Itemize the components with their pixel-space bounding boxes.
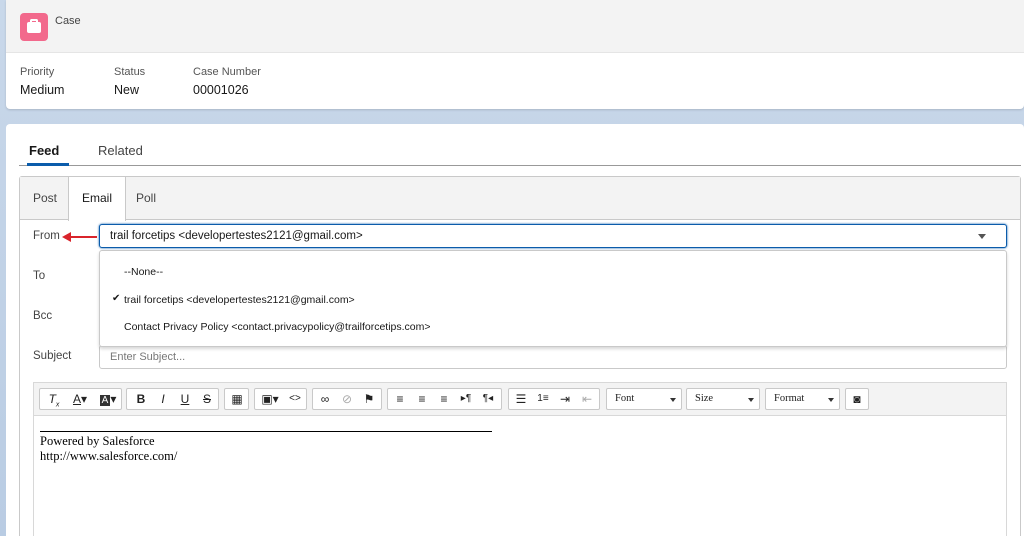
rtl-icon[interactable]: ¶◂ xyxy=(478,389,498,409)
case-icon xyxy=(20,13,48,41)
toolbar-group-text: Tx A▾ A ▾ xyxy=(39,388,122,410)
underline-icon[interactable]: U xyxy=(175,389,195,409)
align-right-icon[interactable]: ≡ xyxy=(434,389,454,409)
publisher-tabs: Post Email Poll xyxy=(20,177,1020,221)
align-left-icon[interactable]: ≡ xyxy=(390,389,410,409)
tab-poll[interactable]: Poll xyxy=(123,177,169,220)
toolbar-group-list: ☰ 1≡ ⇥ ⇤ xyxy=(508,388,600,410)
indent-icon[interactable]: ⇥ xyxy=(555,389,575,409)
chevron-down-icon xyxy=(748,398,754,402)
template-icon[interactable]: ◙ xyxy=(847,389,867,409)
from-dropdown-list: --None-- ✔ trail forcetips <developertes… xyxy=(99,250,1007,347)
toolbar-group-style: B I U S xyxy=(126,388,219,410)
toolbar-group-align: ≡ ≡ ≡ ▸¶ ¶◂ xyxy=(387,388,502,410)
editor-toolbar: Tx A▾ A ▾ B I U S ▦ ▣▾ <> ∞ ⊘ ⚑ ≡ ≡ ≡ ▸¶… xyxy=(34,383,1006,416)
subject-placeholder: Enter Subject... xyxy=(110,351,186,363)
bcc-label: Bcc xyxy=(33,310,53,322)
signature-line-1: Powered by Salesforce xyxy=(40,434,155,448)
signature-divider xyxy=(40,431,492,432)
italic-icon[interactable]: I xyxy=(153,389,173,409)
from-value: trail forcetips <developertestes2121@gma… xyxy=(110,230,363,242)
feed-tabs: Feed Related xyxy=(19,140,1021,166)
email-body-content[interactable]: Powered by Salesforce http://www.salesfo… xyxy=(40,431,492,464)
checkmark-icon: ✔ xyxy=(112,293,121,304)
bullet-list-icon[interactable]: ☰ xyxy=(511,389,531,409)
signature-line-2: http://www.salesforce.com/ xyxy=(40,449,178,463)
flag-icon[interactable]: ⚑ xyxy=(359,389,379,409)
email-body-editor[interactable]: Tx A▾ A ▾ B I U S ▦ ▣▾ <> ∞ ⊘ ⚑ ≡ ≡ ≡ ▸¶… xyxy=(33,382,1007,536)
option-contact-privacy-policy[interactable]: Contact Privacy Policy <contact.privacyp… xyxy=(124,321,431,333)
subject-input[interactable]: Enter Subject... xyxy=(99,345,1007,369)
numbered-list-icon[interactable]: 1≡ xyxy=(533,389,553,409)
field-priority: Priority Medium xyxy=(20,66,65,97)
outdent-icon[interactable]: ⇤ xyxy=(577,389,597,409)
ltr-icon[interactable]: ▸¶ xyxy=(456,389,476,409)
size-select[interactable]: Size xyxy=(686,388,760,410)
background-color-icon[interactable]: A ▾ xyxy=(96,389,120,409)
record-header-top: Case xyxy=(6,0,1024,53)
tab-email[interactable]: Email xyxy=(68,177,127,221)
image-icon[interactable]: ▣▾ xyxy=(257,389,283,409)
chevron-down-icon xyxy=(978,234,986,239)
unlink-icon[interactable]: ⊘ xyxy=(337,389,357,409)
strikethrough-icon[interactable]: S xyxy=(197,389,217,409)
publisher: Post Email Poll From trail forcetips <de… xyxy=(19,176,1021,536)
from-select[interactable]: trail forcetips <developertestes2121@gma… xyxy=(99,224,1007,248)
chevron-down-icon xyxy=(670,398,676,402)
format-select[interactable]: Format xyxy=(765,388,840,410)
toolbar-group-insert: ▣▾ <> xyxy=(254,388,307,410)
link-icon[interactable]: ∞ xyxy=(315,389,335,409)
to-label: To xyxy=(33,270,46,282)
chevron-down-icon xyxy=(828,398,834,402)
feed-card: Feed Related Post Email Poll From trail … xyxy=(6,124,1024,536)
record-header: Case Priority Medium Status New Case Num… xyxy=(6,0,1024,109)
align-center-icon[interactable]: ≡ xyxy=(412,389,432,409)
bold-icon[interactable]: B xyxy=(131,389,151,409)
option-none[interactable]: --None-- xyxy=(124,266,163,278)
subject-label: Subject xyxy=(33,350,72,362)
option-trail-forcetips[interactable]: trail forcetips <developertestes2121@gma… xyxy=(124,294,355,306)
font-select[interactable]: Font xyxy=(606,388,682,410)
tab-related[interactable]: Related xyxy=(98,143,143,158)
annotation-arrow-icon xyxy=(62,232,97,242)
text-color-icon[interactable]: A▾ xyxy=(68,389,92,409)
table-icon[interactable]: ▦ xyxy=(227,389,247,409)
clear-format-icon[interactable]: Tx xyxy=(44,389,64,409)
object-label: Case xyxy=(55,15,81,27)
tab-feed[interactable]: Feed xyxy=(26,143,70,166)
toolbar-group-template: ◙ xyxy=(845,388,869,410)
toolbar-group-link: ∞ ⊘ ⚑ xyxy=(312,388,382,410)
from-label: From xyxy=(33,230,60,242)
toolbar-group-table: ▦ xyxy=(224,388,249,410)
field-status: Status New xyxy=(114,66,146,97)
tab-post[interactable]: Post xyxy=(20,177,70,220)
field-case-number: Case Number 00001026 xyxy=(193,66,261,97)
code-icon[interactable]: <> xyxy=(285,389,305,409)
